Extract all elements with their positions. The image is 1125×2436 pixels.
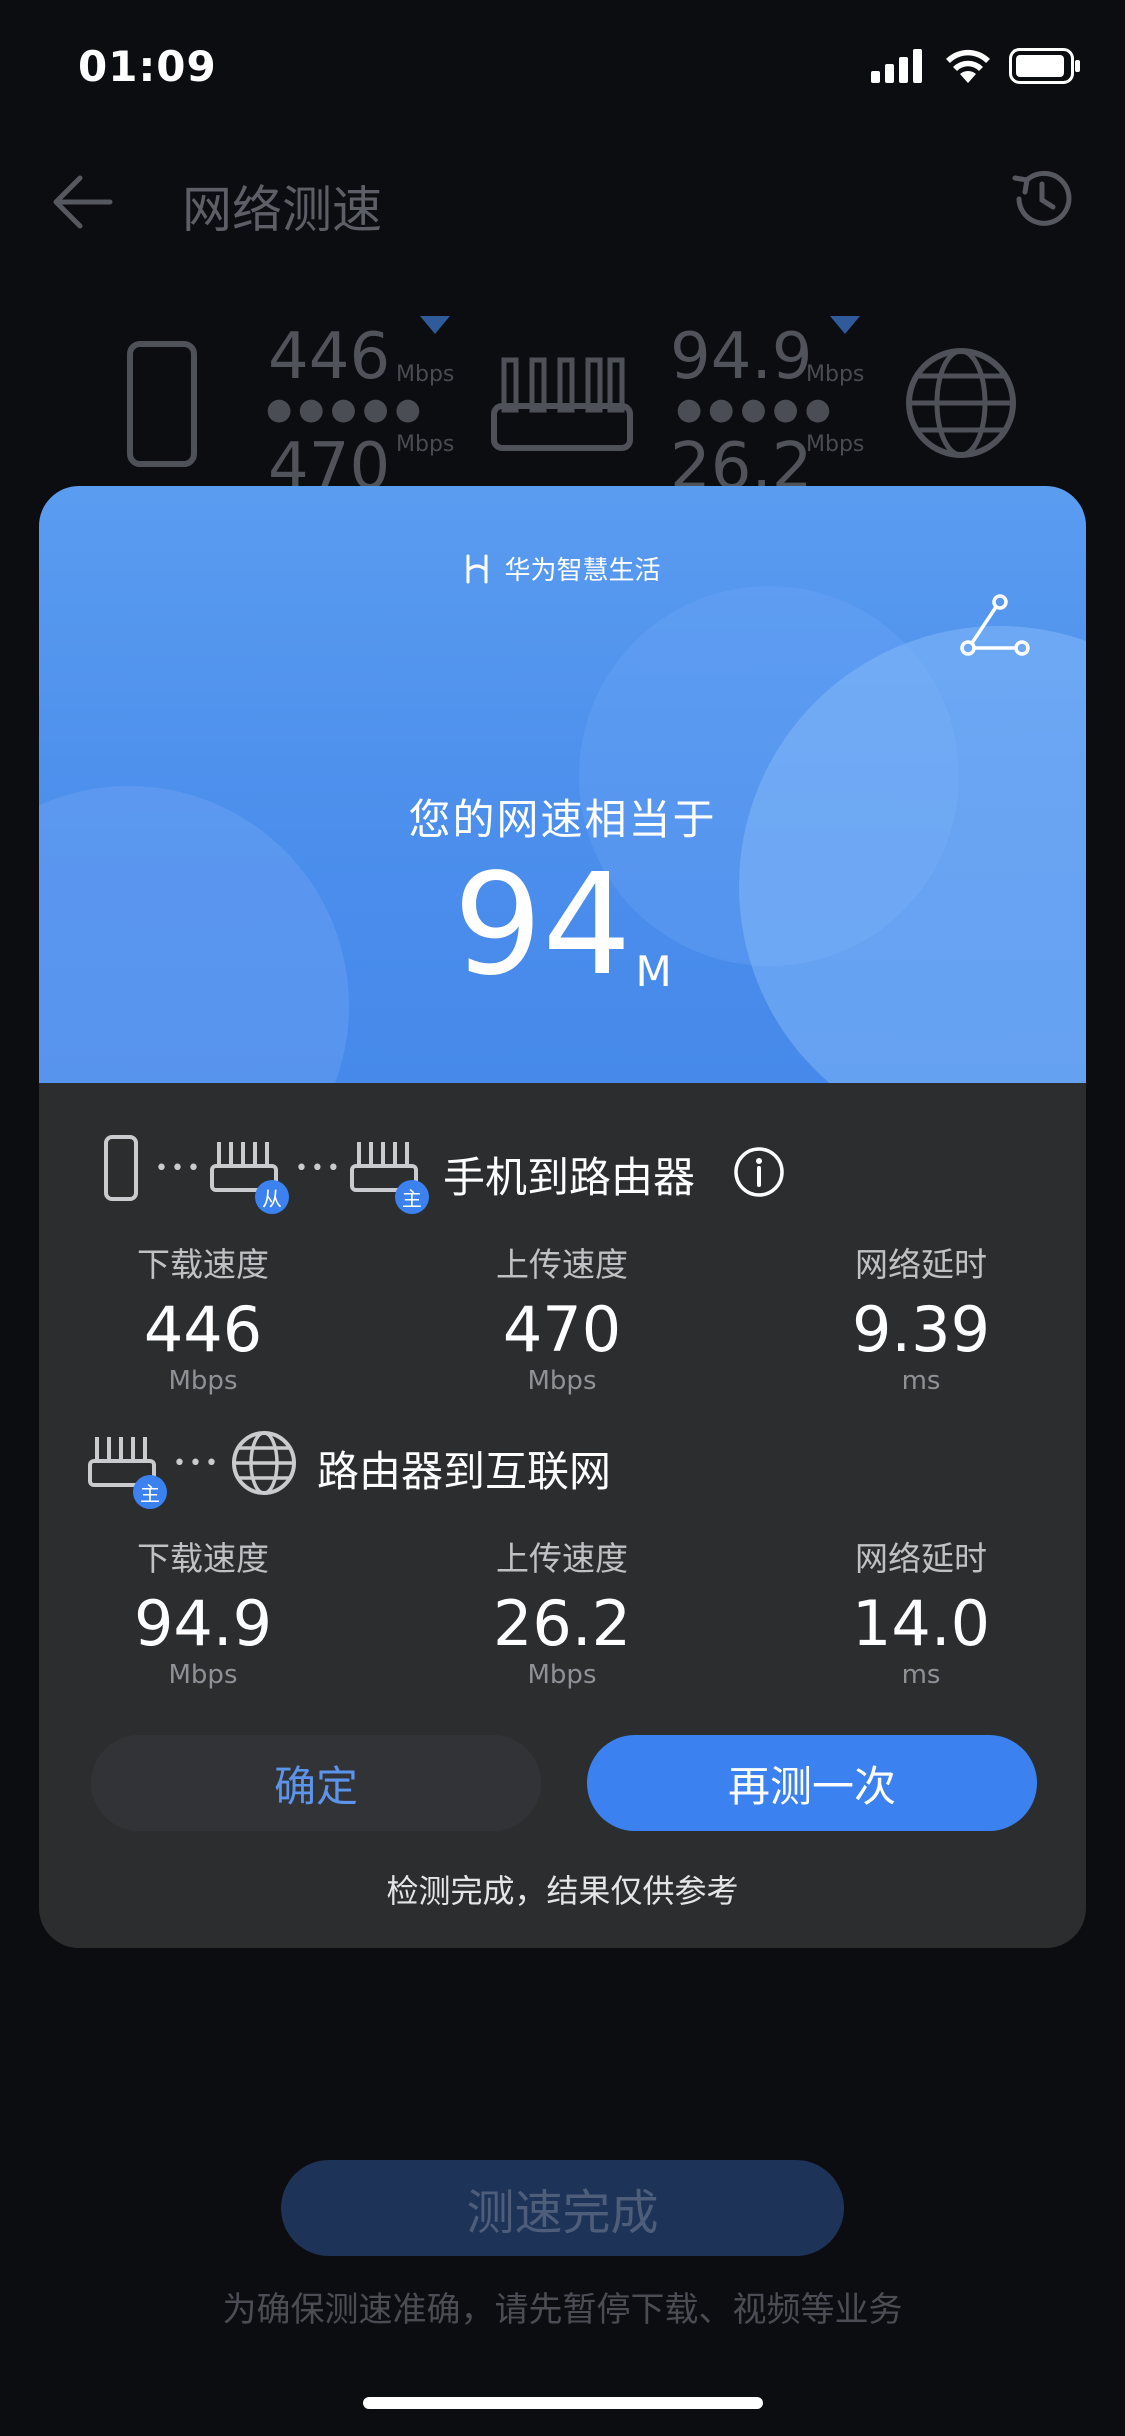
link-dots: ●●●●● (266, 392, 427, 427)
metric-unit: ms (901, 1660, 941, 1691)
router-icon (491, 357, 633, 451)
phone-icon (104, 1135, 138, 1201)
metric-value: 26.2 (492, 1587, 632, 1660)
link-dots: ••• (294, 1155, 343, 1181)
brand-row: 华为智慧生活 (39, 550, 1086, 587)
status-icons (871, 48, 1081, 84)
speed-topology: 446 Mbps ●●●●● 470 Mbps 94.9 Mbps ●●●●● … (0, 300, 1125, 504)
wifi-icon (946, 49, 990, 83)
metric-value: 9.39 (851, 1293, 991, 1366)
link-dots: ••• (173, 1450, 221, 1476)
router-internet-topology: 主 ••• (87, 1430, 297, 1509)
status-time: 01:09 (78, 42, 217, 91)
link-dots: ●●●●● (676, 392, 837, 427)
speed-test-tip: 为确保测速准确，请先暂停下载、视频等业务 (222, 2290, 903, 2330)
metric-upload: 上传速度 26.2 Mbps (412, 1532, 712, 1690)
result-disclaimer: 检测完成，结果仅供参考 (386, 1872, 739, 1910)
metric-label: 网络延时 (855, 1539, 987, 1578)
retest-button[interactable]: 再测一次 (587, 1735, 1037, 1831)
internet-upload-unit: Mbps (806, 432, 865, 457)
metric-value: 470 (502, 1293, 622, 1366)
metric-unit: ms (901, 1366, 941, 1397)
page-title: 网络测速 (182, 181, 382, 239)
metric-download: 下载速度 94.9 Mbps (53, 1532, 353, 1690)
metric-value: 14.0 (851, 1587, 991, 1660)
speed-test-done-button[interactable]: 测速完成 (281, 2160, 844, 2256)
info-icon[interactable] (733, 1146, 785, 1198)
metric-value: 446 (143, 1293, 263, 1366)
home-indicator[interactable] (363, 2397, 763, 2409)
back-arrow-icon[interactable] (50, 172, 114, 232)
hero-speed-unit: M (635, 947, 672, 996)
confirm-button[interactable]: 确定 (91, 1735, 541, 1831)
primary-badge: 主 (133, 1475, 167, 1509)
metric-unit: Mbps (527, 1660, 597, 1691)
phone-upload-unit: Mbps (396, 432, 455, 457)
download-triangle-icon (420, 316, 450, 334)
phone-icon (127, 341, 197, 467)
link-dots: ••• (155, 1155, 203, 1181)
internet-download-value: 94.9 (670, 320, 813, 394)
metric-label: 下载速度 (137, 1539, 269, 1578)
download-triangle-icon (830, 316, 860, 334)
metric-label: 下载速度 (137, 1245, 269, 1284)
metric-upload: 上传速度 470 Mbps (412, 1238, 712, 1396)
hero-label: 您的网速相当于 (408, 795, 717, 844)
primary-router: 主 (349, 1138, 429, 1214)
phone-download-value: 446 (268, 320, 391, 394)
top-nav-bar: 网络测速 (0, 160, 1125, 240)
phone-download-unit: Mbps (396, 362, 455, 387)
huawei-ai-life-logo-icon (466, 554, 488, 583)
metric-label: 上传速度 (496, 1539, 628, 1578)
secondary-router: 从 (209, 1138, 289, 1214)
metric-latency: 网络延时 14.0 ms (771, 1532, 1071, 1690)
hero-speed-number: 94 (453, 844, 632, 1007)
metric-download: 下载速度 446 Mbps (53, 1238, 353, 1396)
globe-icon (231, 1431, 296, 1495)
metric-unit: Mbps (168, 1366, 238, 1397)
speed-result-dialog: 华为智慧生活 您的网速相当于 94M ••• 从 ••• 主 手机到路由器 下载… (39, 486, 1086, 1948)
globe-icon (906, 348, 1016, 458)
secondary-badge: 从 (254, 1180, 289, 1214)
share-icon[interactable] (960, 594, 1030, 656)
cellular-signal-icon (871, 49, 922, 83)
primary-router: 主 (87, 1433, 167, 1509)
metric-unit: Mbps (168, 1660, 238, 1691)
phone-router-title: 手机到路由器 (443, 1153, 696, 1202)
metric-unit: Mbps (527, 1366, 597, 1397)
metric-value: 94.9 (133, 1587, 273, 1660)
hero-speed-value: 94M (39, 856, 1086, 997)
brand-name: 华为智慧生活 (504, 556, 661, 586)
primary-badge: 主 (394, 1180, 429, 1214)
metric-label: 网络延时 (855, 1245, 987, 1284)
phone-router-topology: ••• 从 ••• 主 (103, 1134, 429, 1214)
metric-label: 上传速度 (496, 1245, 628, 1284)
metric-latency: 网络延时 9.39 ms (771, 1238, 1071, 1396)
battery-icon (1009, 48, 1080, 84)
history-icon[interactable] (1007, 164, 1077, 234)
router-internet-title: 路由器到互联网 (317, 1447, 612, 1496)
internet-download-unit: Mbps (806, 362, 865, 387)
result-hero: 华为智慧生活 您的网速相当于 94M (39, 486, 1086, 1083)
